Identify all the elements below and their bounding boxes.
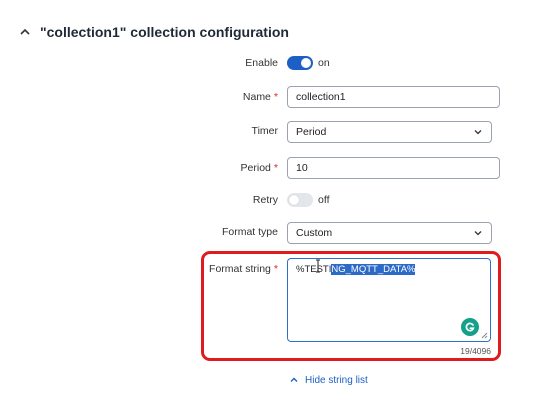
- format-string-text: %TESTING_MQTT_DATA%: [296, 264, 416, 275]
- period-label-text: Period: [240, 162, 271, 174]
- period-row: Period * 10: [0, 155, 545, 181]
- format-string-label: Format string *: [209, 256, 278, 282]
- retry-row: Retry off: [0, 187, 545, 213]
- format-type-select-value: Custom: [296, 227, 333, 239]
- format-string-label-text: Format string: [209, 263, 271, 275]
- timer-select-value: Period: [296, 126, 327, 138]
- period-input[interactable]: 10: [287, 157, 500, 179]
- hide-string-list-link[interactable]: Hide string list: [289, 373, 368, 387]
- chevron-down-icon: [474, 231, 482, 236]
- required-mark: *: [273, 162, 278, 174]
- retry-toggle[interactable]: off: [287, 187, 329, 213]
- retry-state-text: off: [318, 194, 330, 206]
- timer-label: Timer: [251, 125, 278, 137]
- resize-handle-icon[interactable]: [481, 332, 488, 339]
- period-label: Period *: [241, 155, 278, 181]
- char-count: 19/4096: [460, 346, 491, 356]
- retry-label: Retry: [252, 194, 278, 206]
- toggle-knob: [301, 58, 311, 68]
- section-title: "collection1" collection configuration: [40, 24, 289, 40]
- enable-toggle[interactable]: on: [287, 50, 330, 76]
- required-mark: *: [273, 91, 278, 103]
- format-string-text-unselected: %TESTI: [296, 264, 332, 275]
- format-type-row: Format type Custom: [0, 219, 545, 245]
- retry-toggle-track[interactable]: [287, 193, 313, 207]
- chevron-up-icon: [20, 28, 30, 35]
- name-input[interactable]: collection1: [287, 86, 500, 108]
- chevron-up-icon: [290, 377, 298, 382]
- timer-select[interactable]: Period: [287, 121, 492, 143]
- name-label-text: Name: [242, 91, 271, 103]
- grammarly-icon[interactable]: [461, 318, 479, 336]
- format-type-select[interactable]: Custom: [287, 222, 492, 244]
- name-label: Name *: [243, 84, 278, 110]
- required-mark: *: [273, 263, 278, 275]
- chevron-down-icon: [474, 130, 482, 135]
- format-string-text-selected: NG_MQTT_DATA%: [331, 264, 416, 275]
- timer-row: Timer Period: [0, 118, 545, 144]
- enable-state-text: on: [318, 57, 330, 69]
- name-row: Name * collection1: [0, 84, 545, 110]
- format-type-label: Format type: [221, 226, 278, 238]
- text-cursor-icon: [316, 259, 320, 273]
- toggle-knob: [289, 195, 299, 205]
- enable-label: Enable: [245, 57, 278, 69]
- hide-string-list-label: Hide string list: [305, 374, 368, 386]
- grammarly-g-glyph: [465, 322, 475, 332]
- section-header[interactable]: "collection1" collection configuration: [18, 22, 289, 42]
- enable-row: Enable on: [0, 50, 545, 76]
- enable-toggle-track[interactable]: [287, 56, 313, 70]
